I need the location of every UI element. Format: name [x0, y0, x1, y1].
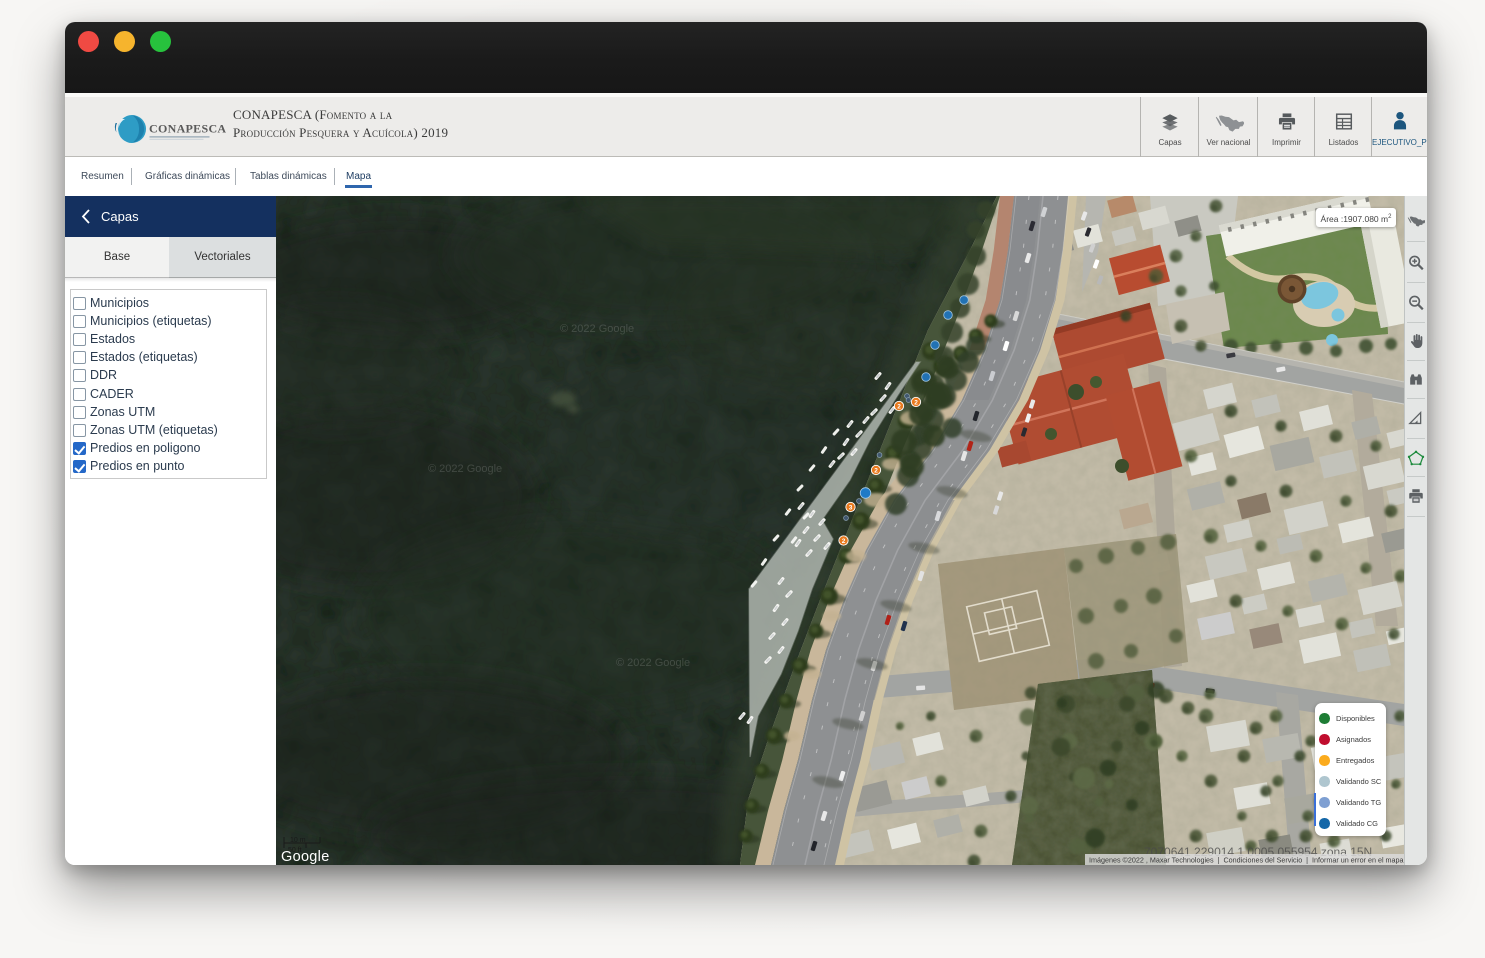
svg-text:2: 2	[874, 467, 878, 474]
svg-text:CONAPESCA: CONAPESCA	[149, 122, 226, 136]
svg-text:© 2022 Google: © 2022 Google	[616, 657, 690, 669]
svg-text:2: 2	[897, 403, 901, 410]
svg-text:2: 2	[914, 399, 918, 406]
svg-text:Imágenes ©2022 , Maxar Technol: Imágenes ©2022 , Maxar Technologies | Co…	[1089, 855, 1404, 864]
svg-text:10 m: 10 m	[290, 837, 306, 844]
svg-text:2: 2	[842, 538, 846, 545]
svg-text:Google: Google	[281, 849, 330, 865]
svg-text:3: 3	[849, 504, 853, 511]
svg-text:© 2022 Google: © 2022 Google	[560, 323, 634, 335]
svg-text:© 2022 Google: © 2022 Google	[428, 463, 502, 475]
